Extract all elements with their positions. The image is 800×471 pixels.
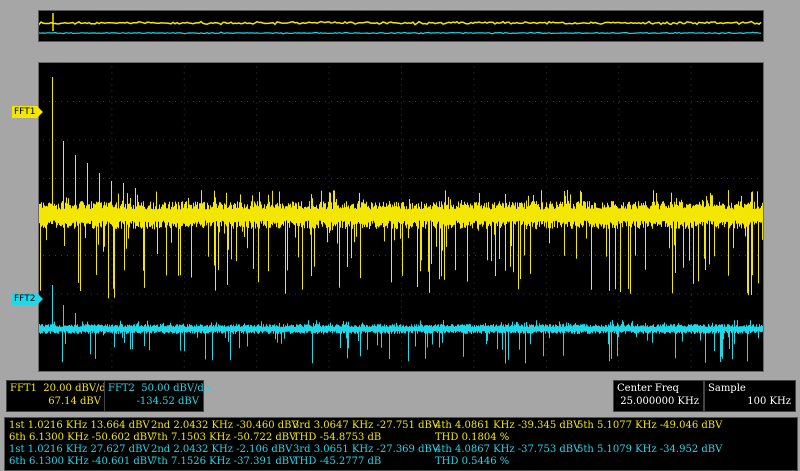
fft2-label: FFT2	[108, 383, 135, 394]
fft2-level: -134.52 dBV	[136, 396, 199, 407]
measurement: THD 0.1804 %	[435, 432, 510, 443]
measurement: 4th 4.0861 KHz -39.345 dBV	[435, 420, 581, 431]
sample-readout[interactable]: Sample 100 KHz	[704, 380, 796, 412]
overview-traces	[39, 13, 762, 35]
measurement: 7th 7.1503 KHz -50.722 dBV	[151, 432, 297, 443]
measurement: 2nd 2.0432 KHz -2.106 dBV	[151, 444, 293, 455]
fft2-scale: 50.00 dBV/div	[141, 383, 213, 394]
measurement: THD -45.2777 dB	[293, 456, 382, 467]
measurement: 3rd 3.0647 KHz -27.751 dBV	[293, 420, 440, 431]
fft2-marker[interactable]: FFT2	[12, 293, 44, 305]
measurement: 3rd 3.0651 KHz -27.369 dBV	[293, 444, 440, 455]
center-freq-readout[interactable]: Center Freq 25.000000 KHz	[613, 380, 704, 412]
overview-fft1-trace	[39, 13, 762, 31]
measurement: 6th 6.1300 KHz -50.602 dBV	[9, 432, 155, 443]
measurement: 1st 1.0216 KHz 13.664 dBV	[9, 420, 150, 431]
measurement: 6th 6.1300 KHz -40.601 dBV	[9, 456, 155, 467]
measurement: 5th 5.1077 KHz -49.046 dBV	[577, 420, 723, 431]
measurement: 1st 1.0216 KHz 27.627 dBV	[9, 444, 150, 455]
fft1-marker[interactable]: FFT1	[12, 106, 44, 118]
center-freq-label: Center Freq	[617, 383, 679, 394]
fft-spectrum-display[interactable]	[38, 62, 764, 372]
fft1-level: 67.14 dBV	[48, 396, 101, 407]
measurement: 2nd 2.0432 KHz -30.460 dBV	[151, 420, 299, 431]
measurement: 5th 5.1079 KHz -34.952 dBV	[577, 444, 723, 455]
measurement: THD 0.5446 %	[435, 456, 510, 467]
oscilloscope-screen: FFT1 FFT2 FFT1 20.00 dBV/div 67.14 dBV F…	[0, 0, 800, 471]
fft1-readout[interactable]: FFT1 20.00 dBV/div 67.14 dBV	[6, 380, 115, 412]
spectrum-traces	[39, 66, 763, 368]
measurement: 4th 4.0867 KHz -37.753 dBV	[435, 444, 581, 455]
measurement: THD -54.8753 dB	[293, 432, 382, 443]
measurements-panel: 1st 1.0216 KHz 13.664 dBV 2nd 2.0432 KHz…	[4, 417, 798, 471]
fft2-readout[interactable]: FFT2 50.00 dBV/div -134.52 dBV	[104, 380, 213, 412]
measurement: 7th 7.1526 KHz -37.391 dBV	[151, 456, 297, 467]
center-freq-value: 25.000000 KHz	[620, 396, 699, 407]
sample-label: Sample	[708, 383, 746, 394]
overview-waveform-display	[38, 10, 764, 42]
fft1-label: FFT1	[10, 383, 37, 394]
overview-fft2-trace	[39, 31, 761, 35]
sample-value: 100 KHz	[747, 396, 791, 407]
fft2-trace	[39, 285, 763, 364]
